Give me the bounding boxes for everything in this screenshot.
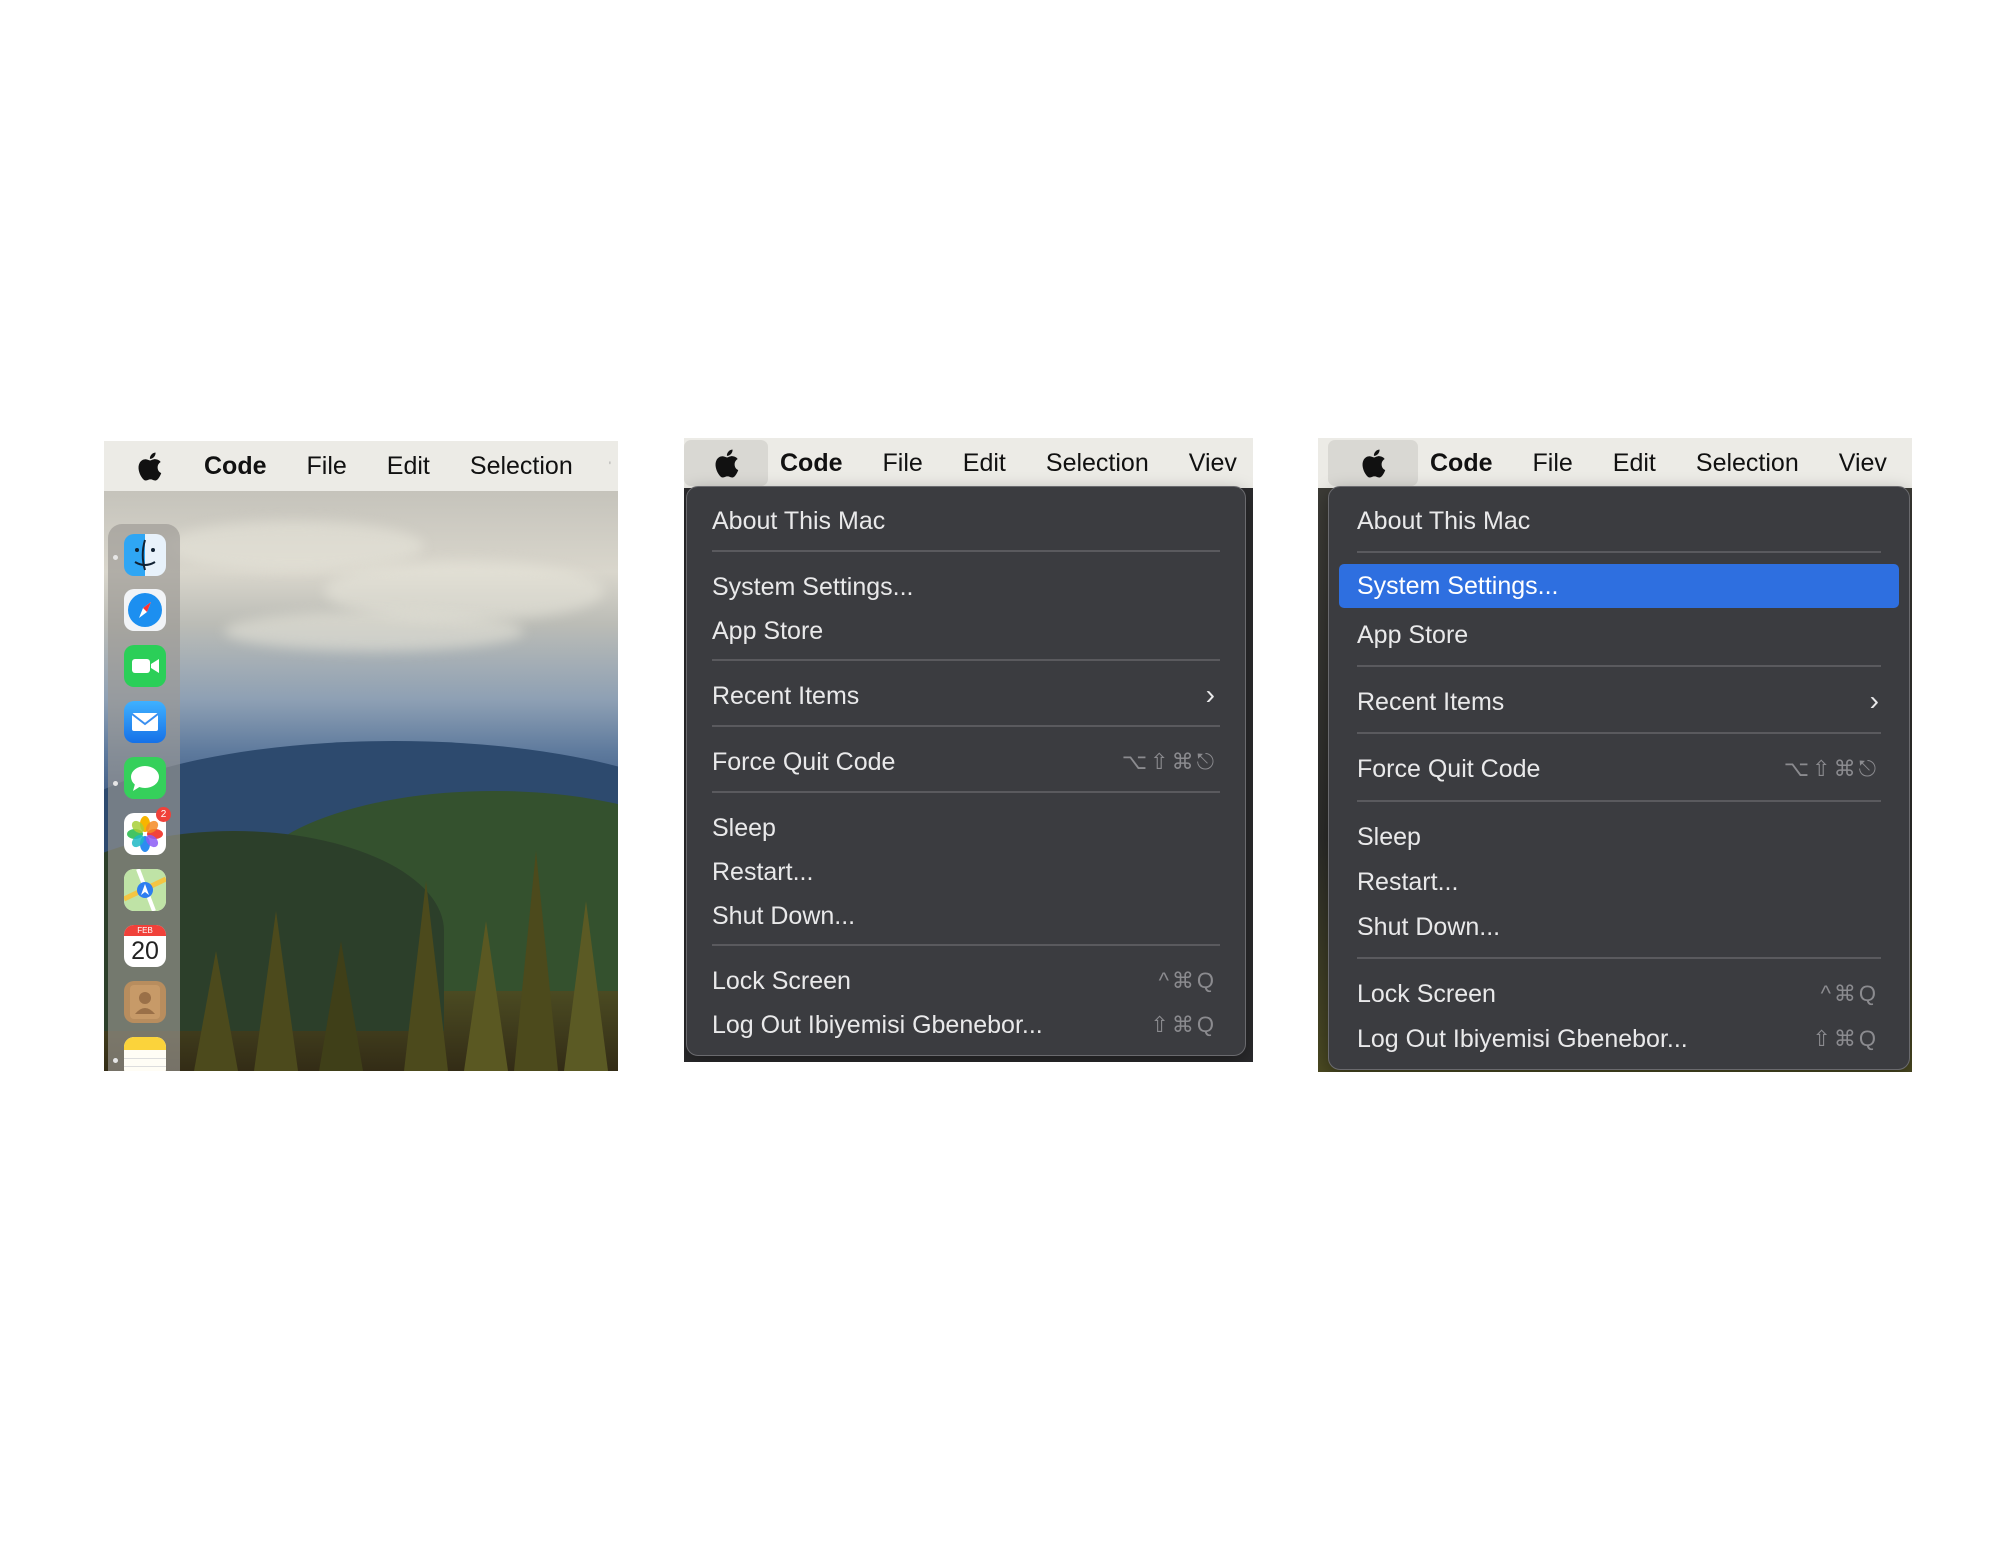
apple-menu-highlighted-screenshot: Code File Edit Selection Viev About This… bbox=[1318, 438, 1912, 1072]
menu-view[interactable]: Viev bbox=[1189, 449, 1237, 478]
menu-view-clipped[interactable]: ' bbox=[609, 459, 611, 473]
menu-bar: Code File Edit Selection Viev bbox=[684, 438, 1253, 488]
menu-separator bbox=[712, 659, 1220, 661]
menu-selection[interactable]: Selection bbox=[470, 452, 573, 481]
menu-file[interactable]: File bbox=[1533, 449, 1573, 478]
menu-separator bbox=[712, 944, 1220, 946]
menu-code[interactable]: Code bbox=[204, 452, 267, 481]
menu-code[interactable]: Code bbox=[1430, 449, 1493, 478]
menu-bar: Code File Edit Selection Viev bbox=[1318, 438, 1912, 488]
menu-edit[interactable]: Edit bbox=[963, 449, 1006, 478]
menu-item-system-settings[interactable]: System Settings... bbox=[1339, 564, 1899, 608]
menu-separator bbox=[712, 725, 1220, 727]
running-indicator bbox=[113, 555, 118, 560]
dock: 2 FEB 20 bbox=[108, 524, 180, 1071]
apple-menu-screenshot: Code File Edit Selection Viev About This… bbox=[684, 438, 1253, 1062]
calendar-day: 20 bbox=[131, 937, 159, 965]
keyboard-shortcut: ^⌘Q bbox=[1158, 968, 1217, 993]
menu-separator bbox=[712, 791, 1220, 793]
keyboard-shortcut: ^⌘Q bbox=[1820, 981, 1879, 1006]
menu-separator bbox=[1357, 800, 1881, 802]
safari-icon[interactable] bbox=[124, 589, 166, 631]
menu-selection[interactable]: Selection bbox=[1046, 449, 1149, 478]
keyboard-shortcut: ⌥⇧⌘⎋ bbox=[1121, 749, 1217, 774]
desktop-wallpaper bbox=[104, 491, 618, 1071]
menu-bar: Code File Edit Selection ' bbox=[104, 441, 618, 491]
chevron-right-icon: › bbox=[1205, 679, 1215, 710]
keyboard-shortcut: ⌥⇧⌘⎋ bbox=[1783, 756, 1879, 781]
menu-code[interactable]: Code bbox=[780, 449, 843, 478]
keyboard-shortcut: ⇧⌘Q bbox=[1150, 1012, 1217, 1037]
notes-icon[interactable] bbox=[124, 1037, 166, 1071]
running-indicator bbox=[113, 781, 118, 786]
apple-menu: About This Mac System Settings... App St… bbox=[686, 486, 1246, 1056]
menu-separator bbox=[1357, 551, 1881, 553]
apple-menu: About This Mac System Settings... App St… bbox=[1328, 486, 1910, 1070]
contacts-icon[interactable] bbox=[124, 981, 166, 1023]
maps-icon[interactable] bbox=[124, 869, 166, 911]
menu-edit[interactable]: Edit bbox=[1613, 449, 1656, 478]
apple-logo-icon[interactable] bbox=[134, 443, 164, 489]
apple-logo-icon[interactable] bbox=[684, 440, 768, 486]
calendar-month: FEB bbox=[124, 925, 166, 936]
desktop-screenshot: Code File Edit Selection ' 2 FEB 20 bbox=[104, 441, 618, 1071]
menu-edit[interactable]: Edit bbox=[387, 452, 430, 481]
menu-file[interactable]: File bbox=[307, 452, 347, 481]
menu-separator bbox=[1357, 665, 1881, 667]
facetime-icon[interactable] bbox=[124, 645, 166, 687]
menu-file[interactable]: File bbox=[883, 449, 923, 478]
menu-separator bbox=[712, 550, 1220, 552]
finder-icon[interactable] bbox=[124, 534, 166, 576]
apple-logo-icon[interactable] bbox=[1328, 440, 1418, 486]
keyboard-shortcut: ⇧⌘Q bbox=[1812, 1026, 1879, 1051]
menu-separator bbox=[1357, 732, 1881, 734]
notification-badge: 2 bbox=[156, 807, 171, 822]
mail-icon[interactable] bbox=[124, 701, 166, 743]
messages-icon[interactable] bbox=[124, 757, 166, 799]
running-indicator bbox=[113, 1058, 118, 1063]
chevron-right-icon: › bbox=[1869, 685, 1879, 716]
menu-selection[interactable]: Selection bbox=[1696, 449, 1799, 478]
menu-view[interactable]: Viev bbox=[1839, 449, 1887, 478]
menu-separator bbox=[1357, 957, 1881, 959]
calendar-icon[interactable]: FEB 20 bbox=[124, 925, 166, 967]
